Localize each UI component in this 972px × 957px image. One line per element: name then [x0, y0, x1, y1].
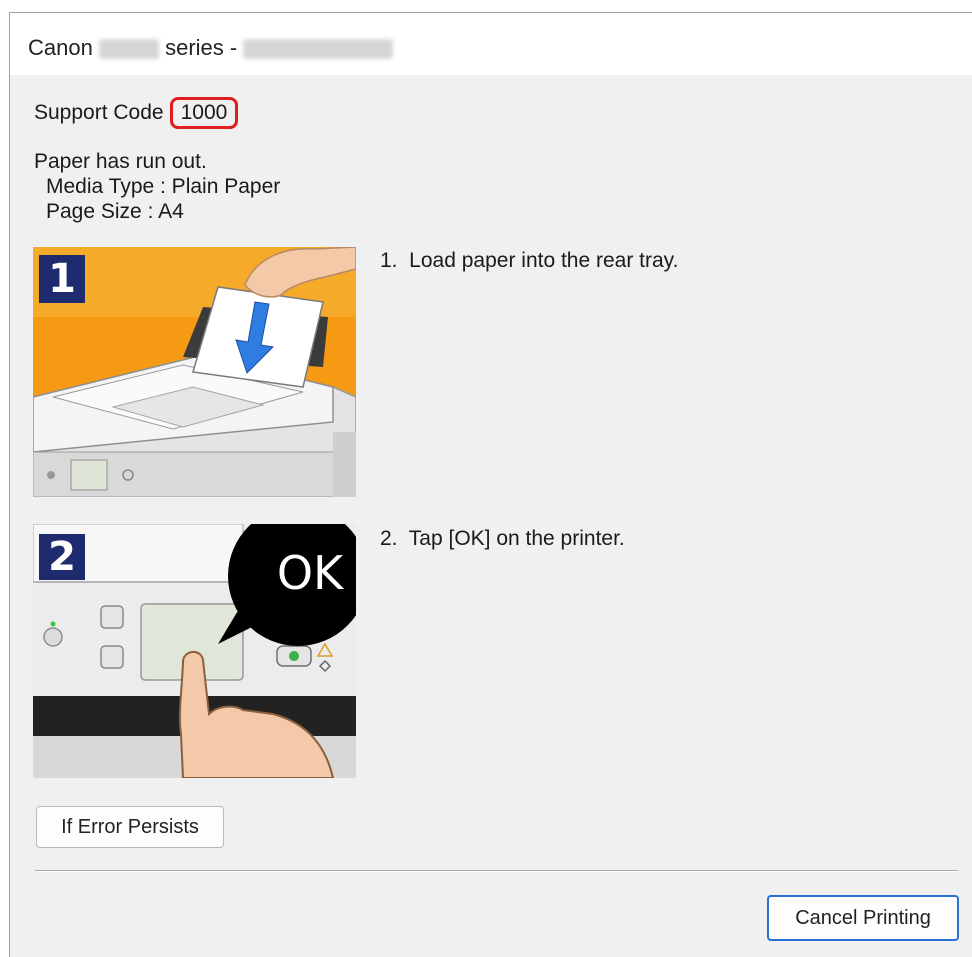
title-middle: series -: [165, 35, 238, 60]
title-prefix: Canon: [28, 35, 93, 60]
step1-text: 1. Load paper into the rear tray.: [380, 249, 679, 272]
separator: [35, 870, 958, 872]
media-type-text: Media Type : Plain Paper: [46, 175, 281, 198]
window-title: Canon series -: [28, 35, 394, 61]
if-error-persists-button[interactable]: If Error Persists: [36, 806, 224, 848]
step1-badge: 1: [48, 256, 76, 302]
ok-callout: OK: [276, 546, 344, 600]
support-code-value: 1000: [169, 97, 239, 129]
step2-badge: 2: [48, 534, 76, 580]
step2-illustration: 2 OK: [33, 524, 356, 778]
support-code-row: Support Code 1000: [34, 97, 239, 129]
support-code-label: Support Code: [34, 101, 164, 124]
page-size-text: Page Size : A4: [46, 200, 184, 223]
error-message: Paper has run out.: [34, 150, 207, 173]
cancel-printing-button[interactable]: Cancel Printing: [767, 895, 959, 941]
step1-illustration: 1: [33, 247, 356, 497]
step2-text: 2. Tap [OK] on the printer.: [380, 527, 625, 550]
title-bar: Canon series -: [10, 13, 972, 75]
redacted-printer-name: [243, 39, 394, 60]
error-dialog: Canon series - Support Code 1000 Paper ha…: [9, 12, 972, 957]
redacted-model: [98, 39, 159, 60]
